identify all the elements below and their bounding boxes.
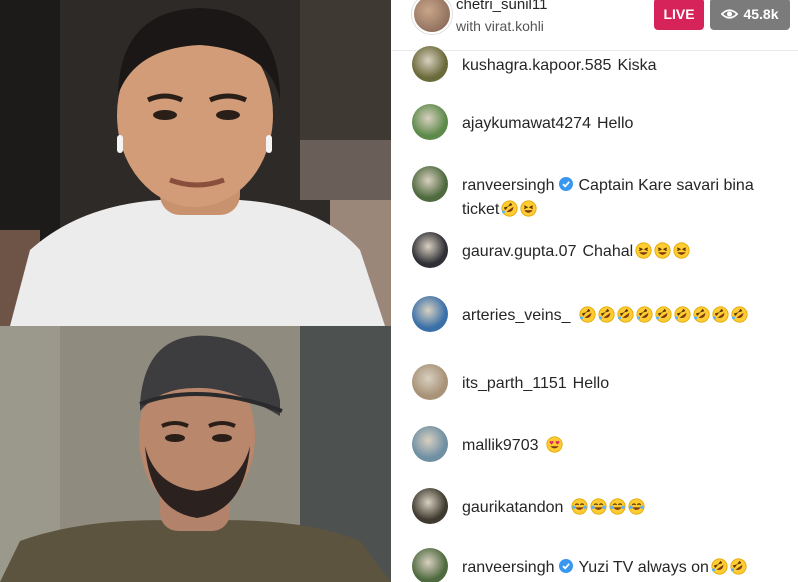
commenter-avatar[interactable] (412, 46, 448, 82)
comment-body: ranveersingh Yuzi TV always on (462, 556, 792, 580)
comment-body: ajaykumawat4274 Hello (462, 112, 792, 136)
rofl-emoji-icon (616, 306, 634, 323)
rofl-emoji-icon (711, 306, 729, 323)
rofl-emoji-icon (654, 306, 672, 323)
commenter-username[interactable]: gaurikatandon (462, 499, 563, 516)
tears-joy-emoji-icon (609, 498, 626, 515)
participant-top-scene (0, 0, 391, 326)
laugh-emoji-icon (635, 242, 652, 259)
rofl-emoji-icon (730, 558, 747, 575)
commenter-username[interactable]: arteries_veins_ (462, 307, 571, 324)
commenter-avatar[interactable] (412, 232, 448, 268)
commenter-username[interactable]: kushagra.kapoor.585 (462, 57, 611, 74)
laugh-emoji-icon (520, 200, 537, 217)
comment-text: Chahal (582, 243, 634, 260)
comment-body: arteries_veins_ (462, 304, 792, 328)
commenter-username[interactable]: ranveersingh (462, 559, 555, 576)
commenter-username[interactable]: ajaykumawat4274 (462, 115, 591, 132)
comment-text: Kiska (617, 57, 657, 74)
commenter-username[interactable]: gaurav.gupta.07 (462, 243, 576, 260)
comment-body: gaurikatandon (462, 496, 792, 520)
commenter-avatar[interactable] (412, 296, 448, 332)
rofl-emoji-icon (711, 558, 728, 575)
comment-text: Hello (596, 115, 634, 132)
host-avatar[interactable] (412, 0, 452, 34)
comment-text: Hello (572, 375, 610, 392)
comment-body: kushagra.kapoor.585 Kiska (462, 54, 792, 78)
rofl-emoji-icon (635, 306, 653, 323)
commenter-avatar[interactable] (412, 548, 448, 582)
live-badge: LIVE (654, 0, 704, 30)
viewer-count: 45.8k (743, 6, 779, 22)
host-username[interactable]: chetri_sunil11 (456, 0, 547, 13)
video-participant-top (0, 0, 391, 326)
rofl-emoji-icon (673, 306, 691, 323)
tears-joy-emoji-icon (628, 498, 645, 515)
live-chat-panel: chetri_sunil11 with virat.kohli LIVE 45.… (392, 0, 798, 582)
commenter-username[interactable]: mallik9703 (462, 437, 538, 454)
rofl-emoji-icon (597, 306, 615, 323)
video-participant-bottom (0, 326, 391, 582)
verified-badge-icon (558, 559, 573, 573)
rofl-emoji-icon (692, 306, 710, 323)
commenter-username[interactable]: its_parth_1151 (462, 375, 567, 392)
comment-body: mallik9703 (462, 434, 792, 458)
guest-label[interactable]: with virat.kohli (456, 18, 544, 34)
live-header: chetri_sunil11 with virat.kohli LIVE 45.… (392, 0, 798, 51)
commenter-avatar[interactable] (412, 104, 448, 140)
laugh-emoji-icon (673, 242, 690, 259)
verified-badge-icon (558, 177, 573, 191)
comment-body: ranveersingh Captain Kare savari bina tic… (462, 174, 792, 222)
tears-joy-emoji-icon (590, 498, 607, 515)
commenter-avatar[interactable] (412, 364, 448, 400)
commenter-avatar[interactable] (412, 426, 448, 462)
viewer-count-badge[interactable]: 45.8k (710, 0, 790, 30)
comment-text: Yuzi TV always on (578, 559, 709, 576)
commenter-username[interactable]: ranveersingh (462, 177, 555, 194)
commenter-avatar[interactable] (412, 166, 448, 202)
participant-bottom-scene (0, 326, 391, 582)
eye-icon (721, 9, 739, 19)
rofl-emoji-icon (501, 200, 518, 217)
comment-body: gaurav.gupta.07 Chahal (462, 240, 792, 264)
tears-joy-emoji-icon (571, 498, 588, 515)
rofl-emoji-icon (730, 306, 748, 323)
comment-body: its_parth_1151 Hello (462, 372, 792, 396)
commenter-avatar[interactable] (412, 488, 448, 524)
heart-eyes-emoji-icon (546, 436, 564, 453)
laugh-emoji-icon (654, 242, 671, 259)
rofl-emoji-icon (578, 306, 596, 323)
